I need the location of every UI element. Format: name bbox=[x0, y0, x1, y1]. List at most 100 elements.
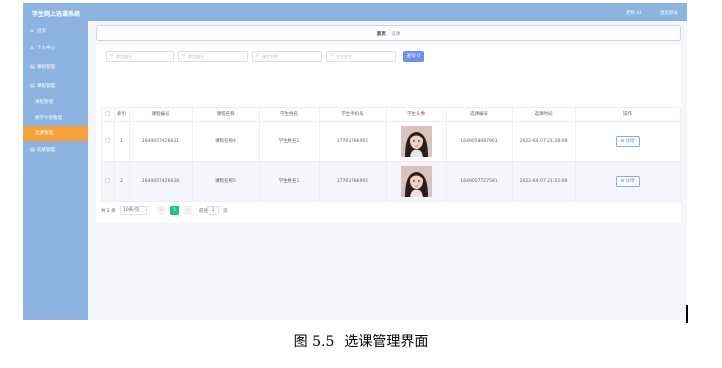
student-avatar bbox=[400, 165, 432, 197]
sidebar: ⌂ 首页 ♙ 个人中心 ▤ 课程管理 ▤ 课程管理 课程管理 教学计划管理 选课… bbox=[23, 21, 88, 320]
cell-index: 2 bbox=[114, 161, 130, 202]
sidebar-item-course-manage-b[interactable]: ▤ 课程管理 bbox=[23, 79, 88, 94]
column-header: 索引 bbox=[114, 108, 130, 122]
search-icon: ⚲ bbox=[330, 54, 334, 59]
cell-action: ⊞ 详情 bbox=[575, 121, 681, 162]
cell-index: 1 bbox=[114, 121, 130, 162]
student-name-search[interactable]: ⚲ bbox=[326, 51, 396, 62]
cell-course-name: 课程名称5 bbox=[192, 161, 260, 202]
sidebar-item-course-manage-a[interactable]: ▤ 课程管理 bbox=[23, 60, 88, 75]
detail-label: 详情 bbox=[625, 138, 635, 144]
course-no-search-2[interactable]: ⚲ bbox=[178, 51, 248, 62]
sidebar-item-grade-manage[interactable]: ▤ 成绩管理 bbox=[23, 143, 88, 158]
breadcrumb-separator: / bbox=[387, 32, 390, 37]
row-checkbox[interactable] bbox=[105, 138, 111, 143]
course-no-search[interactable]: ⚲ bbox=[106, 51, 176, 62]
cell-select-no: 1649058087961 bbox=[446, 121, 513, 162]
course-no-input[interactable] bbox=[116, 53, 176, 60]
cell-select-no: 1649057727591 bbox=[446, 161, 513, 202]
cell-avatar bbox=[386, 121, 447, 162]
detail-icon: ⊞ bbox=[620, 178, 625, 184]
detail-label: 详情 bbox=[625, 178, 635, 184]
logout-link[interactable]: 退出登录 bbox=[660, 10, 678, 16]
search-icon: ⚲ bbox=[256, 54, 260, 59]
sidebar-item-label: 教学计划管理 bbox=[35, 116, 62, 121]
column-header: 选课编号 bbox=[446, 108, 513, 122]
course-name-input[interactable] bbox=[262, 53, 322, 60]
sidebar-item-label: 选课管理 bbox=[35, 131, 53, 136]
sidebar-item-label: 成绩管理 bbox=[37, 148, 55, 153]
goto-page-input[interactable]: 1 bbox=[207, 206, 219, 215]
student-name-input[interactable] bbox=[336, 53, 396, 60]
top-bar: 学生网上选课系统 老师 a1 退出登录 bbox=[23, 3, 687, 21]
detail-button[interactable]: ⊞ 详情 bbox=[615, 135, 640, 147]
cell-select-time: 2022-04-07 21:28:08 bbox=[512, 121, 576, 162]
chevron-down-icon: ⌄ bbox=[140, 208, 144, 213]
table-row: 1 1649057426031 课程名称4 学生姓名1 17703786901 bbox=[102, 121, 681, 162]
user-label: 老师 a1 bbox=[625, 10, 642, 16]
screenshot-frame: 学生网上选课系统 老师 a1 退出登录 ⌂ 首页 ♙ 个人中心 ▤ 课程管理 ▤… bbox=[23, 3, 687, 320]
sidebar-item-home[interactable]: ⌂ 首页 bbox=[23, 24, 88, 39]
cell-phone: 17703786901 bbox=[319, 161, 387, 202]
sidebar-item-label: 课程管理 bbox=[37, 65, 55, 70]
cell-phone: 17703786901 bbox=[319, 121, 387, 162]
menu-icon: ▤ bbox=[30, 147, 35, 153]
student-avatar bbox=[400, 125, 432, 157]
selection-table: 索引 课程编号 课程名称 学生姓名 学生手机号 学生头像 选课编号 选课时间 操… bbox=[101, 107, 681, 202]
row-select-cell bbox=[102, 121, 115, 162]
cell-action: ⊞ 详情 bbox=[575, 161, 681, 202]
select-all-cell bbox=[102, 108, 115, 122]
sidebar-subitem-course-manage[interactable]: 课程管理 bbox=[23, 95, 88, 110]
sidebar-item-label: 课程管理 bbox=[37, 84, 55, 89]
breadcrumb: 首页 / 选课 bbox=[97, 31, 680, 37]
cell-student-name: 学生姓名1 bbox=[259, 121, 320, 162]
user-icon: ♙ bbox=[30, 45, 35, 51]
detail-icon: ⊞ bbox=[620, 138, 625, 144]
row-checkbox[interactable] bbox=[105, 178, 111, 183]
table-row: 2 1649057426038 课程名称5 学生姓名1 17703786901 bbox=[102, 161, 681, 202]
page-size-value: 10条/页 bbox=[123, 208, 140, 213]
prev-page-button[interactable]: < bbox=[157, 206, 166, 215]
goto-unit: 页 bbox=[223, 209, 228, 214]
main-content: 首页/选课 ⚲ ⚲ ⚲ ⚲ 查询 Q bbox=[88, 21, 687, 320]
column-header: 课程编号 bbox=[129, 108, 193, 122]
detail-button[interactable]: ⊞ 详情 bbox=[615, 175, 640, 187]
column-header: 操作 bbox=[575, 108, 681, 122]
search-icon: ⚲ bbox=[182, 54, 186, 59]
course-no-input-2[interactable] bbox=[188, 53, 248, 60]
sidebar-item-label: 个人中心 bbox=[37, 46, 55, 51]
page-number-current[interactable]: 1 bbox=[170, 206, 179, 215]
pagination-total: 共 2 条 bbox=[101, 209, 116, 214]
cell-avatar bbox=[386, 161, 447, 202]
home-icon: ⌂ bbox=[30, 28, 34, 34]
cell-course-no: 1649057426038 bbox=[129, 161, 193, 202]
page-size-select[interactable]: 10条/页 ⌄ bbox=[120, 206, 147, 215]
search-icon: ⚲ bbox=[110, 54, 114, 59]
sidebar-item-label: 课程管理 bbox=[35, 100, 53, 105]
app-title: 学生网上选课系统 bbox=[32, 11, 81, 18]
figure-caption: 图 5.5 选课管理界面 bbox=[0, 331, 722, 351]
course-name-search[interactable]: ⚲ bbox=[252, 51, 322, 62]
next-page-button[interactable]: > bbox=[183, 206, 192, 215]
content-panel: ⚲ ⚲ ⚲ ⚲ 查询 Q bbox=[96, 45, 681, 223]
breadcrumb-bar: 首页 / 选课 bbox=[96, 25, 681, 41]
breadcrumb-current: 选课 bbox=[391, 32, 401, 37]
cell-student-name: 学生姓名1 bbox=[259, 161, 320, 202]
query-button[interactable]: 查询 Q bbox=[403, 51, 424, 62]
column-header: 学生手机号 bbox=[319, 108, 387, 122]
pagination: 共 2 条 10条/页 ⌄ < 1 > 前往 1 页 bbox=[101, 206, 301, 216]
sidebar-item-label: 首页 bbox=[37, 29, 46, 34]
caption-text: 选课管理界面 bbox=[344, 334, 429, 350]
select-all-checkbox[interactable] bbox=[105, 111, 111, 117]
breadcrumb-home[interactable]: 首页 bbox=[377, 32, 386, 37]
sidebar-subitem-teaching-plan[interactable]: 教学计划管理 bbox=[23, 111, 88, 126]
cell-select-time: 2022-04-07 21:22:08 bbox=[512, 161, 576, 202]
menu-icon: ▤ bbox=[30, 64, 35, 70]
column-header: 选课时间 bbox=[512, 108, 576, 122]
menu-icon: ▤ bbox=[30, 83, 35, 89]
caption-number: 图 5.5 bbox=[293, 334, 335, 350]
sidebar-item-profile[interactable]: ♙ 个人中心 bbox=[23, 41, 88, 56]
sidebar-subitem-course-selection[interactable]: 选课管理 bbox=[23, 126, 88, 141]
column-header: 课程名称 bbox=[192, 108, 260, 122]
text-cursor-mark bbox=[686, 305, 688, 323]
